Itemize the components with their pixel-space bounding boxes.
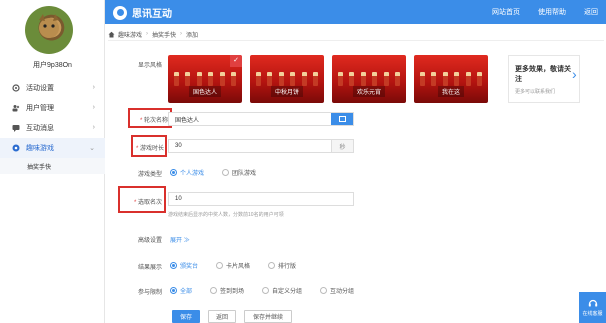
winners-label: * 选取名次 [133,200,162,206]
radio-icon [216,262,224,269]
theme-card[interactable]: 我在这 [414,55,488,103]
round-name-label: * 轮次名称 [139,118,168,124]
duration-unit: 秒 [331,140,353,152]
game-type-label: 游戏类型 [137,172,162,178]
round-name-input[interactable]: 国色达人 [168,112,354,126]
radio-team-game[interactable]: 团队游戏 [222,168,256,177]
result-display-label: 结果展示 [137,265,162,271]
theme-label: 显示风格 [137,63,162,69]
advanced-expand-link[interactable]: 展开 ≫ [170,235,190,244]
winners-input[interactable]: 10 [168,192,354,206]
theme-preview [174,72,236,86]
logo-icon [113,5,127,20]
winners-hint: 游戏结束后显示的中奖人数，分数前10名的用户可领 [168,212,284,218]
radio-icon [170,287,177,294]
header-link-home[interactable]: 网站首页 [492,7,520,17]
chevron-right-icon[interactable]: › [572,66,577,82]
header-links: 网站首页 使用帮助 返回 [492,7,598,17]
header-link-back[interactable]: 返回 [584,7,598,17]
theme-preview [338,72,400,86]
more-themes-card[interactable]: 更多效果，敬请关注 更多可以联系我们 [508,55,580,103]
online-service-label: 在线客服 [582,311,603,317]
sidebar-item-label: 用户管理 [26,105,54,112]
result-display-radio-group: 颁奖台 卡片风格 排行版 [170,261,314,270]
theme-preview [420,72,482,86]
breadcrumb-item: 添加 [186,32,199,39]
radio-card-style[interactable]: 卡片风格 [216,261,250,270]
users-icon [12,104,20,112]
sidebar: 用户9p38On 活动设置 › 用户管理 › 互动消息 › 趣味游戏 ⌄ 抽奖手… [0,0,105,323]
radio-custom-group[interactable]: 自定义分组 [262,286,302,295]
radio-checked-in[interactable]: 签到到场 [210,286,244,295]
top-header: 思讯互动 网站首页 使用帮助 返回 [105,0,606,24]
sidebar-item-user-management[interactable]: 用户管理 › [0,98,105,118]
theme-name: 我在这 [437,86,465,97]
chevron-right-icon: › [92,104,95,111]
radio-icon [222,169,230,176]
edit-icon[interactable] [331,113,353,125]
sidebar-item-label: 活动设置 [26,85,54,92]
sidebar-item-fun-games[interactable]: 趣味游戏 ⌄ [0,138,105,158]
breadcrumb: 趣味游戏 › 抽奖手快 › 添加 [108,28,604,41]
chevron-right-icon: › [92,124,95,131]
breadcrumb-separator: › [146,31,149,37]
radio-icon [210,287,218,294]
username: 用户9p38On [33,62,72,69]
save-button[interactable]: 保存 [172,310,200,323]
sidebar-item-label: 趣味游戏 [26,145,54,152]
radio-icon [170,262,177,269]
save-continue-button[interactable]: 保存并继续 [244,310,292,323]
brand-name: 思讯互动 [132,9,172,20]
message-icon [12,124,20,132]
theme-name: 国色达人 [188,86,222,97]
more-themes-subtitle: 更多可以联系我们 [515,89,556,95]
theme-name: 中秋月饼 [270,86,304,97]
theme-card[interactable]: 欢乐元宵 [332,55,406,103]
duration-input[interactable]: 30 秒 [168,139,354,153]
duration-label: * 游戏时长 [135,146,164,152]
gear-icon [12,84,20,92]
radio-icon [268,262,276,269]
advanced-label: 高级设置 [137,238,162,244]
chevron-down-icon: ⌄ [89,145,95,152]
participation-radio-group: 全部 签到到场 自定义分组 互动分组 [170,286,372,295]
sidebar-subitem-lottery[interactable]: 抽奖手快 [0,158,105,174]
theme-card[interactable]: 国色达人 ✓ [166,53,244,105]
chevron-right-icon: › [92,84,95,91]
logo[interactable]: 思讯互动 [113,5,172,20]
check-icon: ✓ [230,55,242,67]
game-type-radio-group: 个人游戏 团队游戏 [170,168,274,177]
sidebar-item-label: 互动消息 [26,125,54,132]
home-icon [108,31,115,38]
sidebar-nav: 活动设置 › 用户管理 › 互动消息 › 趣味游戏 ⌄ 抽奖手快 [0,78,105,174]
participation-label: 参与限制 [137,290,162,296]
headset-icon [588,298,598,308]
radio-podium[interactable]: 颁奖台 [170,261,198,270]
breadcrumb-item[interactable]: 抽奖手快 [152,30,176,39]
theme-list: 国色达人 ✓ 中秋月饼 欢乐元宵 我在这 [166,53,488,105]
theme-name: 欢乐元宵 [352,86,386,97]
avatar[interactable] [25,6,73,54]
radio-icon [320,287,328,294]
more-themes-title: 更多效果，敬请关注 [515,66,571,83]
breadcrumb-separator: › [180,31,183,37]
theme-card[interactable]: 中秋月饼 [250,55,324,103]
breadcrumb-item[interactable]: 趣味游戏 [118,30,142,39]
radio-all[interactable]: 全部 [170,286,192,295]
radio-leaderboard[interactable]: 排行版 [268,261,296,270]
sidebar-item-activity-settings[interactable]: 活动设置 › [0,78,105,98]
radio-icon [262,287,270,294]
sidebar-item-messages[interactable]: 互动消息 › [0,118,105,138]
theme-preview [256,72,318,86]
online-service-button[interactable]: 在线客服 [579,292,606,323]
back-button[interactable]: 返回 [208,310,236,323]
radio-interactive-group[interactable]: 互动分组 [320,286,354,295]
radio-personal-game[interactable]: 个人游戏 [170,168,204,177]
radio-icon [170,169,177,176]
game-icon [12,144,20,152]
header-link-help[interactable]: 使用帮助 [538,7,566,17]
